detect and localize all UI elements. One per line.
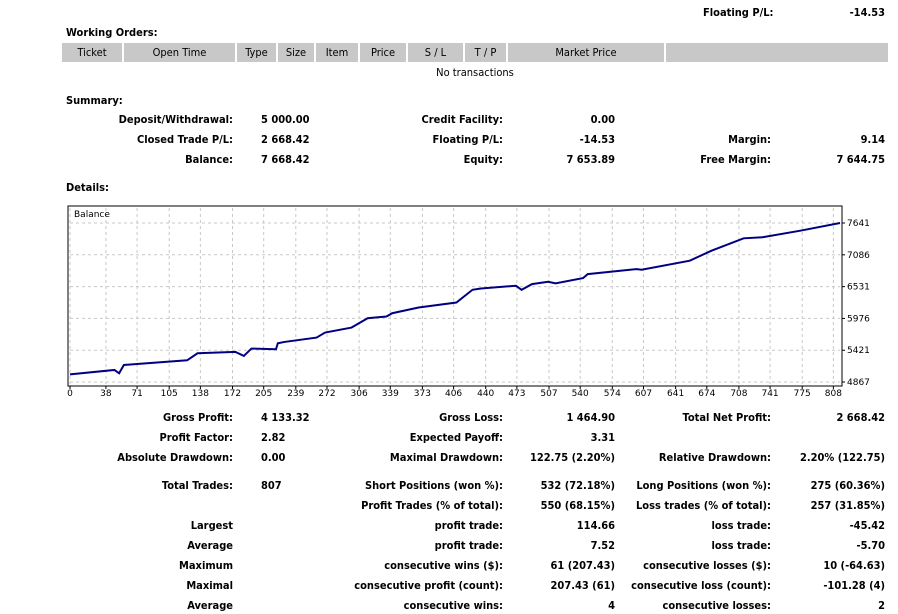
stat-label: consecutive wins ($):: [384, 559, 503, 572]
stat-value: 532 (72.18%): [540, 479, 615, 492]
x-tick-label: 507: [540, 389, 557, 399]
stat-label: Largest: [190, 519, 233, 532]
stat-label: Short Positions (won %):: [364, 479, 503, 492]
stat-label: Average: [187, 539, 233, 552]
x-tick-label: 172: [224, 389, 241, 399]
x-tick-label: 440: [477, 389, 494, 399]
stat-label: consecutive profit (count):: [354, 579, 503, 592]
legend-label: Balance: [74, 210, 110, 220]
x-tick-label: 607: [635, 389, 652, 399]
x-tick-label: 138: [192, 389, 209, 399]
plot-frame: [67, 205, 843, 387]
stat-value: 114.66: [576, 519, 615, 532]
stat-label: Profit Factor:: [159, 431, 233, 444]
stat-value: 2: [878, 599, 885, 612]
stat-label: Total Trades:: [161, 479, 233, 492]
y-tick-label: 5421: [847, 346, 870, 356]
stat-label: Long Positions (won %):: [636, 479, 771, 492]
y-tick-label: 5976: [847, 314, 870, 324]
stat-label: Maximal: [186, 579, 233, 592]
stat-label: consecutive losses ($):: [643, 559, 771, 572]
stat-label: Loss trades (% of total):: [636, 499, 771, 512]
x-tick-label: 406: [445, 389, 462, 399]
stat-label: profit trade:: [434, 539, 503, 552]
x-tick-label: 272: [318, 389, 335, 399]
stat-value: 2 668.42: [836, 411, 885, 424]
stat-value: 207.43 (61): [550, 579, 615, 592]
x-tick-label: 808: [825, 389, 842, 399]
stat-value: 3.31: [590, 431, 615, 444]
stat-label: Profit Trades (% of total):: [361, 499, 503, 512]
x-tick-label: 205: [255, 389, 272, 399]
balance-chart: 0 38 71 105 138 172 205 239 272 306 339 373 406 440 47…: [67, 205, 870, 399]
stat-value: -5.70: [856, 539, 885, 552]
y-tick-label: 4867: [847, 378, 870, 388]
stat-value: 61 (207.43): [550, 559, 615, 572]
stat-value: 550 (68.15%): [540, 499, 615, 512]
stat-value: 807: [261, 479, 282, 492]
stat-value: 0.00: [261, 451, 286, 464]
x-tick-label: 339: [382, 389, 399, 399]
y-tick-label: 6531: [847, 283, 870, 293]
stat-label: Absolute Drawdown:: [117, 451, 233, 464]
x-tick-label: 775: [794, 389, 811, 399]
x-tick-label: 105: [161, 389, 178, 399]
x-tick-label: 38: [100, 389, 112, 399]
stat-label: Total Net Profit:: [682, 411, 771, 424]
x-tick-label: 373: [414, 389, 431, 399]
x-tick-label: 306: [351, 389, 368, 399]
y-tick-label: 7086: [847, 251, 870, 261]
stat-value: -45.42: [849, 519, 885, 532]
stat-value: 10 (-64.63): [823, 559, 885, 572]
stat-value: 2.20% (122.75): [799, 451, 885, 464]
x-tick-label: 674: [698, 389, 715, 399]
stat-label: loss trade:: [711, 539, 771, 552]
x-tick-label: 708: [730, 389, 747, 399]
stat-label: consecutive wins:: [403, 599, 503, 612]
stat-value: 1 464.90: [566, 411, 615, 424]
stat-label: Gross Loss:: [439, 411, 503, 424]
x-tick-label: 71: [131, 389, 142, 399]
stat-label: Maximum: [179, 559, 233, 572]
x-tick-label: 641: [667, 389, 684, 399]
stat-label: Gross Profit:: [163, 411, 233, 424]
stat-value: 4: [608, 599, 615, 612]
stat-label: Expected Payoff:: [409, 431, 503, 444]
stat-value: 7.52: [590, 539, 615, 552]
stat-value: 2.82: [261, 431, 286, 444]
stat-value: 257 (31.85%): [810, 499, 885, 512]
stat-value: 275 (60.36%): [810, 479, 885, 492]
x-tick-label: 473: [508, 389, 525, 399]
x-tick-label: 0: [67, 389, 73, 399]
stat-value: 122.75 (2.20%): [529, 451, 615, 464]
x-tick-label: 540: [572, 389, 589, 399]
stat-label: Relative Drawdown:: [658, 451, 771, 464]
y-tick-label: 7641: [847, 219, 870, 229]
x-tick-label: 239: [287, 389, 304, 399]
stat-label: consecutive loss (count):: [631, 579, 771, 592]
stat-label: loss trade:: [711, 519, 771, 532]
stat-value: 4 133.32: [261, 411, 310, 424]
x-tick-label: 741: [761, 389, 778, 399]
stat-label: Maximal Drawdown:: [389, 451, 503, 464]
stat-value: -101.28 (4): [823, 579, 885, 592]
stat-label: Average: [187, 599, 233, 612]
x-tick-label: 574: [604, 389, 621, 399]
stat-label: consecutive losses:: [662, 599, 772, 612]
stat-label: profit trade:: [434, 519, 503, 532]
